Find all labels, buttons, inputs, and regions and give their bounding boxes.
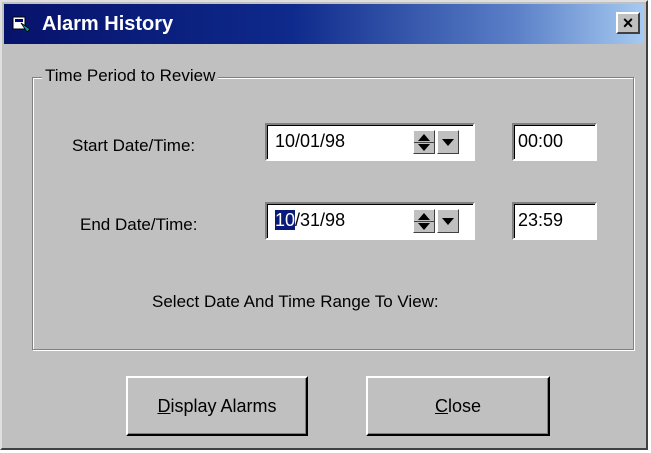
alarm-app-icon <box>12 15 32 33</box>
chevron-down-icon <box>442 218 454 225</box>
spin-down-icon[interactable] <box>418 144 430 151</box>
instruction-text: Select Date And Time Range To View: <box>152 292 439 311</box>
end-date-value[interactable]: 10/31/98 <box>275 208 345 232</box>
spin-up-icon[interactable] <box>418 213 430 220</box>
close-window-button[interactable]: × <box>616 12 640 34</box>
start-date-dropdown-button[interactable] <box>437 130 459 154</box>
display-alarms-label: isplay Alarms <box>170 395 277 416</box>
spin-divider <box>414 221 434 222</box>
end-date-remainder: /31/98 <box>295 210 346 230</box>
start-time-value: 00:00 <box>518 131 564 151</box>
spin-divider <box>414 142 434 143</box>
start-date-picker[interactable]: 10/01/98 <box>265 123 475 161</box>
start-date-spinner[interactable] <box>413 130 435 154</box>
close-icon: × <box>622 13 634 33</box>
end-time-input[interactable]: 23:59 <box>512 202 597 240</box>
end-date-picker[interactable]: 10/31/98 <box>265 202 475 240</box>
end-date-time-label: End Date/Time: <box>80 215 198 234</box>
display-alarms-button[interactable]: Display Alarms <box>126 376 308 436</box>
time-period-group-label: Time Period to Review <box>42 65 219 87</box>
alarm-history-dialog: Alarm History × Time Period to Review St… <box>0 0 648 450</box>
end-date-spinner[interactable] <box>413 209 435 233</box>
spin-up-icon[interactable] <box>418 134 430 141</box>
end-time-value: 23:59 <box>518 210 564 230</box>
title-bar[interactable]: Alarm History × <box>4 4 644 44</box>
close-label: lose <box>447 395 482 416</box>
display-alarms-accelerator: D <box>157 395 171 416</box>
start-date-value[interactable]: 10/01/98 <box>275 129 345 153</box>
chevron-down-icon <box>442 139 454 146</box>
close-button[interactable]: Close <box>366 376 550 436</box>
end-date-dropdown-button[interactable] <box>437 209 459 233</box>
start-time-input[interactable]: 00:00 <box>512 123 597 161</box>
start-date-time-label: Start Date/Time: <box>72 136 196 155</box>
window-title: Alarm History <box>42 13 174 35</box>
spin-down-icon[interactable] <box>418 223 430 230</box>
selected-month-segment[interactable]: 10 <box>275 210 296 230</box>
close-accelerator: C <box>434 395 448 416</box>
